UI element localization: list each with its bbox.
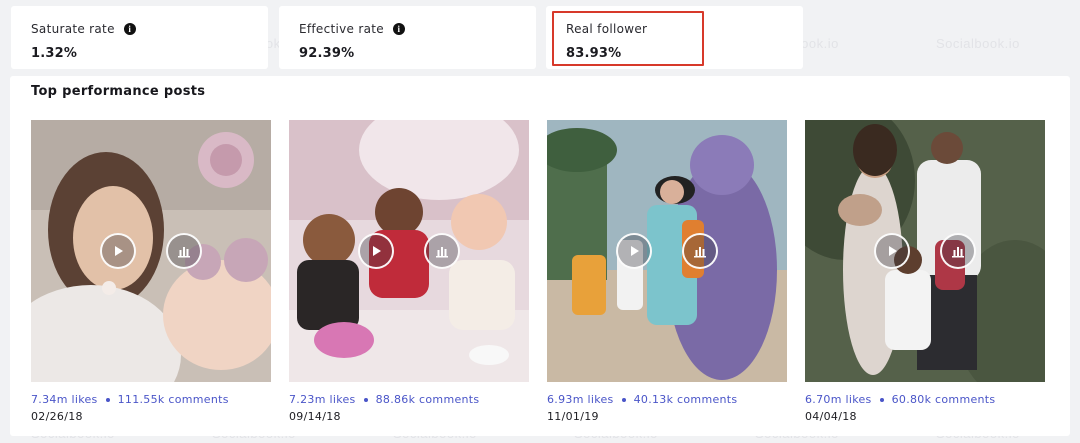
post-card[interactable]: 6.70m likes 60.80k comments 04/04/18 [805,120,1045,423]
post-date: 09/14/18 [289,410,341,423]
post-card[interactable]: 7.34m likes 111.55k comments 02/26/18 [31,120,271,423]
stats-button[interactable] [682,233,718,269]
play-button[interactable] [358,233,394,269]
bar-chart-icon [436,247,448,258]
comments-count: 88.86k comments [375,393,480,406]
separator-dot [105,397,110,402]
post-date: 11/01/19 [547,410,599,423]
play-button[interactable] [100,233,136,269]
post-image [547,120,787,382]
stats-button[interactable] [424,233,460,269]
play-icon [889,246,897,256]
play-icon [373,246,381,256]
post-engagement: 6.70m likes 60.80k comments [805,393,1045,406]
play-icon [631,246,639,256]
post-engagement: 7.34m likes 111.55k comments [31,393,271,406]
separator-dot [621,397,626,402]
post-date: 04/04/18 [805,410,857,423]
section-title: Top performance posts [31,84,206,99]
play-button[interactable] [616,233,652,269]
separator-dot [879,397,884,402]
bar-chart-icon [952,247,964,258]
post-thumbnail[interactable] [31,120,271,382]
highlight-box [552,11,704,66]
comments-count: 111.55k comments [117,393,229,406]
post-image [31,120,271,382]
stat-card-effective-rate: Effective rate i 92.39% [279,6,536,69]
comments-count: 40.13k comments [633,393,738,406]
comments-count: 60.80k comments [891,393,996,406]
watermark-text: Socialbook.io [936,36,1020,51]
stat-label-text: Saturate rate [31,22,115,36]
likes-count: 6.70m likes [805,393,872,406]
bar-chart-icon [178,247,190,258]
stat-value: 92.39% [299,46,355,61]
post-image [805,120,1045,382]
info-icon[interactable]: i [392,23,405,35]
post-thumbnail[interactable] [289,120,529,382]
post-date: 02/26/18 [31,410,83,423]
stat-label: Effective rate i [299,22,405,36]
post-thumbnail[interactable] [547,120,787,382]
stat-value: 1.32% [31,46,78,61]
post-engagement: 7.23m likes 88.86k comments [289,393,529,406]
likes-count: 6.93m likes [547,393,614,406]
play-icon [115,246,123,256]
likes-count: 7.23m likes [289,393,356,406]
stats-button[interactable] [940,233,976,269]
post-thumbnail[interactable] [805,120,1045,382]
separator-dot [363,397,368,402]
post-engagement: 6.93m likes 40.13k comments [547,393,787,406]
stats-button[interactable] [166,233,202,269]
post-card[interactable]: 6.93m likes 40.13k comments 11/01/19 [547,120,787,423]
likes-count: 7.34m likes [31,393,98,406]
bar-chart-icon [694,247,706,258]
stat-card-saturate-rate: Saturate rate i 1.32% [11,6,268,69]
stat-label: Saturate rate i [31,22,136,36]
play-button[interactable] [874,233,910,269]
post-card[interactable]: 7.23m likes 88.86k comments 09/14/18 [289,120,529,423]
info-icon[interactable]: i [123,23,136,35]
stat-label-text: Effective rate [299,22,384,36]
post-image [289,120,529,382]
